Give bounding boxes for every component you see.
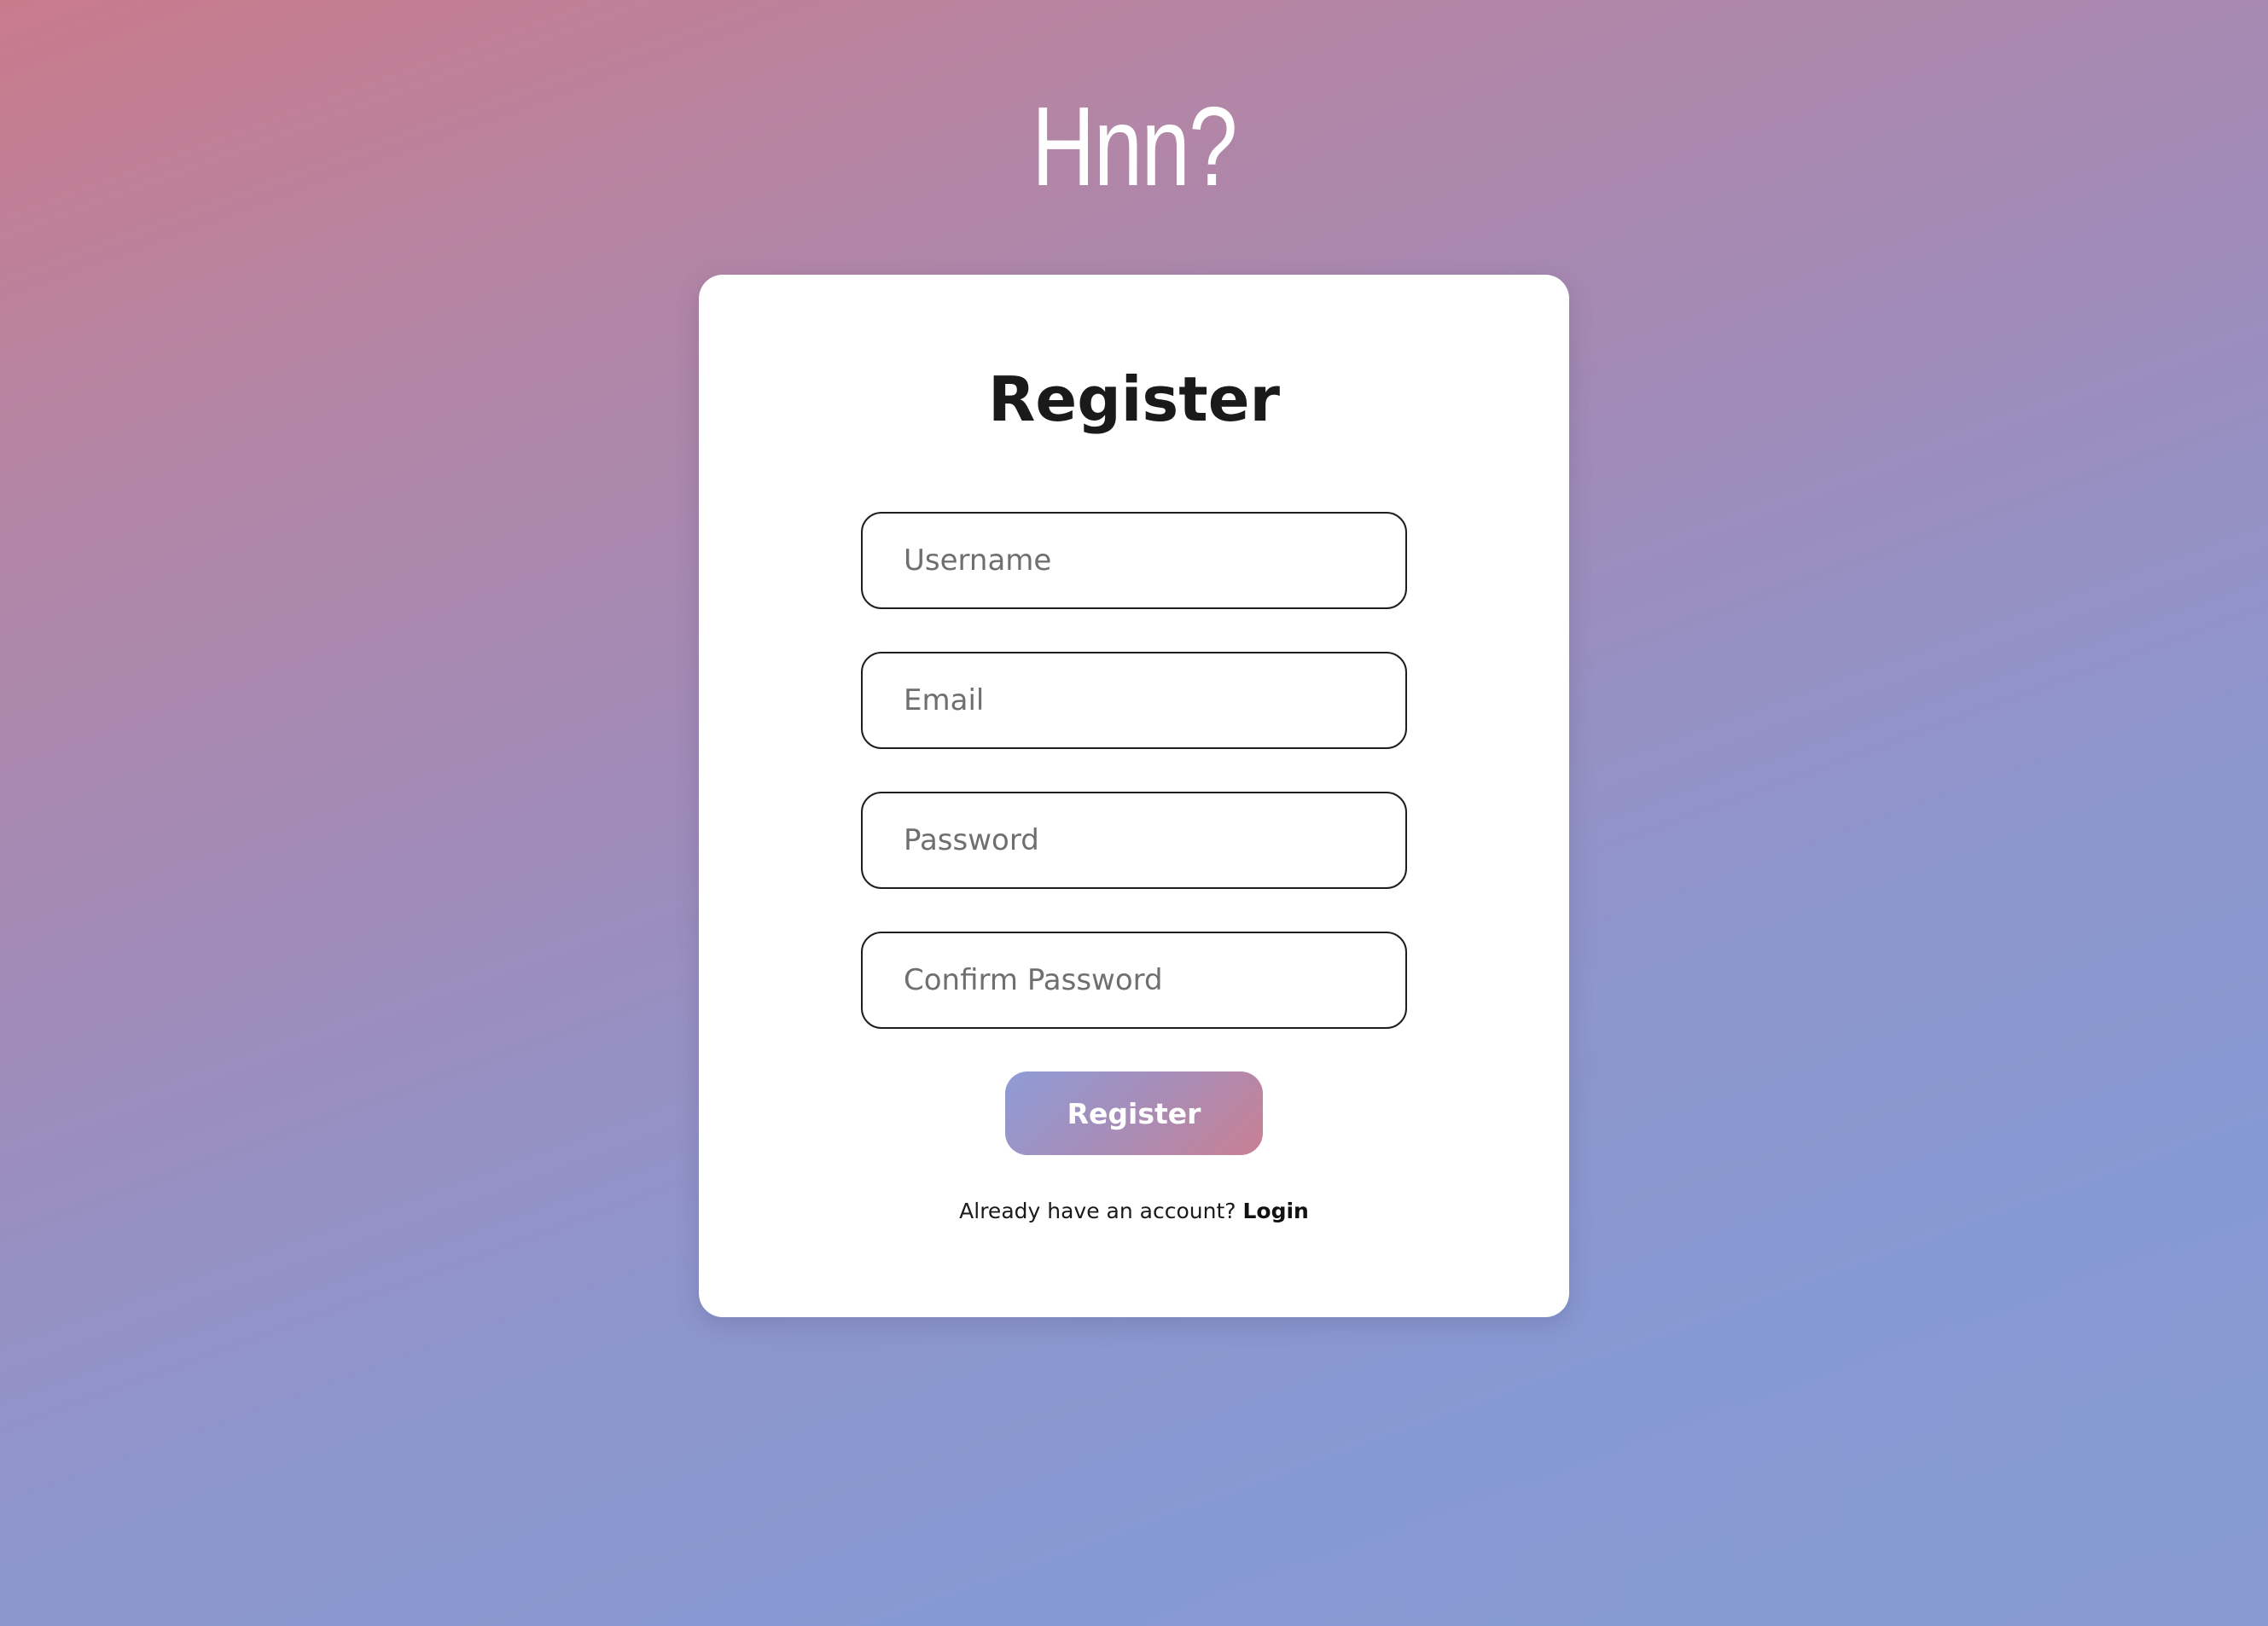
register-button[interactable]: Register: [1005, 1071, 1263, 1155]
login-link[interactable]: Login: [1242, 1199, 1308, 1223]
password-input[interactable]: [861, 792, 1407, 889]
username-input[interactable]: [861, 512, 1407, 609]
confirm-password-input[interactable]: [861, 932, 1407, 1029]
email-input[interactable]: [861, 652, 1407, 749]
register-card: Register Register Already have an accoun…: [699, 275, 1569, 1317]
login-prompt-text: Already have an account?: [959, 1199, 1236, 1223]
app-logo: Hnn?: [1032, 84, 1237, 209]
page-title: Register: [987, 363, 1281, 435]
login-prompt: Already have an account? Login: [699, 1194, 1569, 1228]
